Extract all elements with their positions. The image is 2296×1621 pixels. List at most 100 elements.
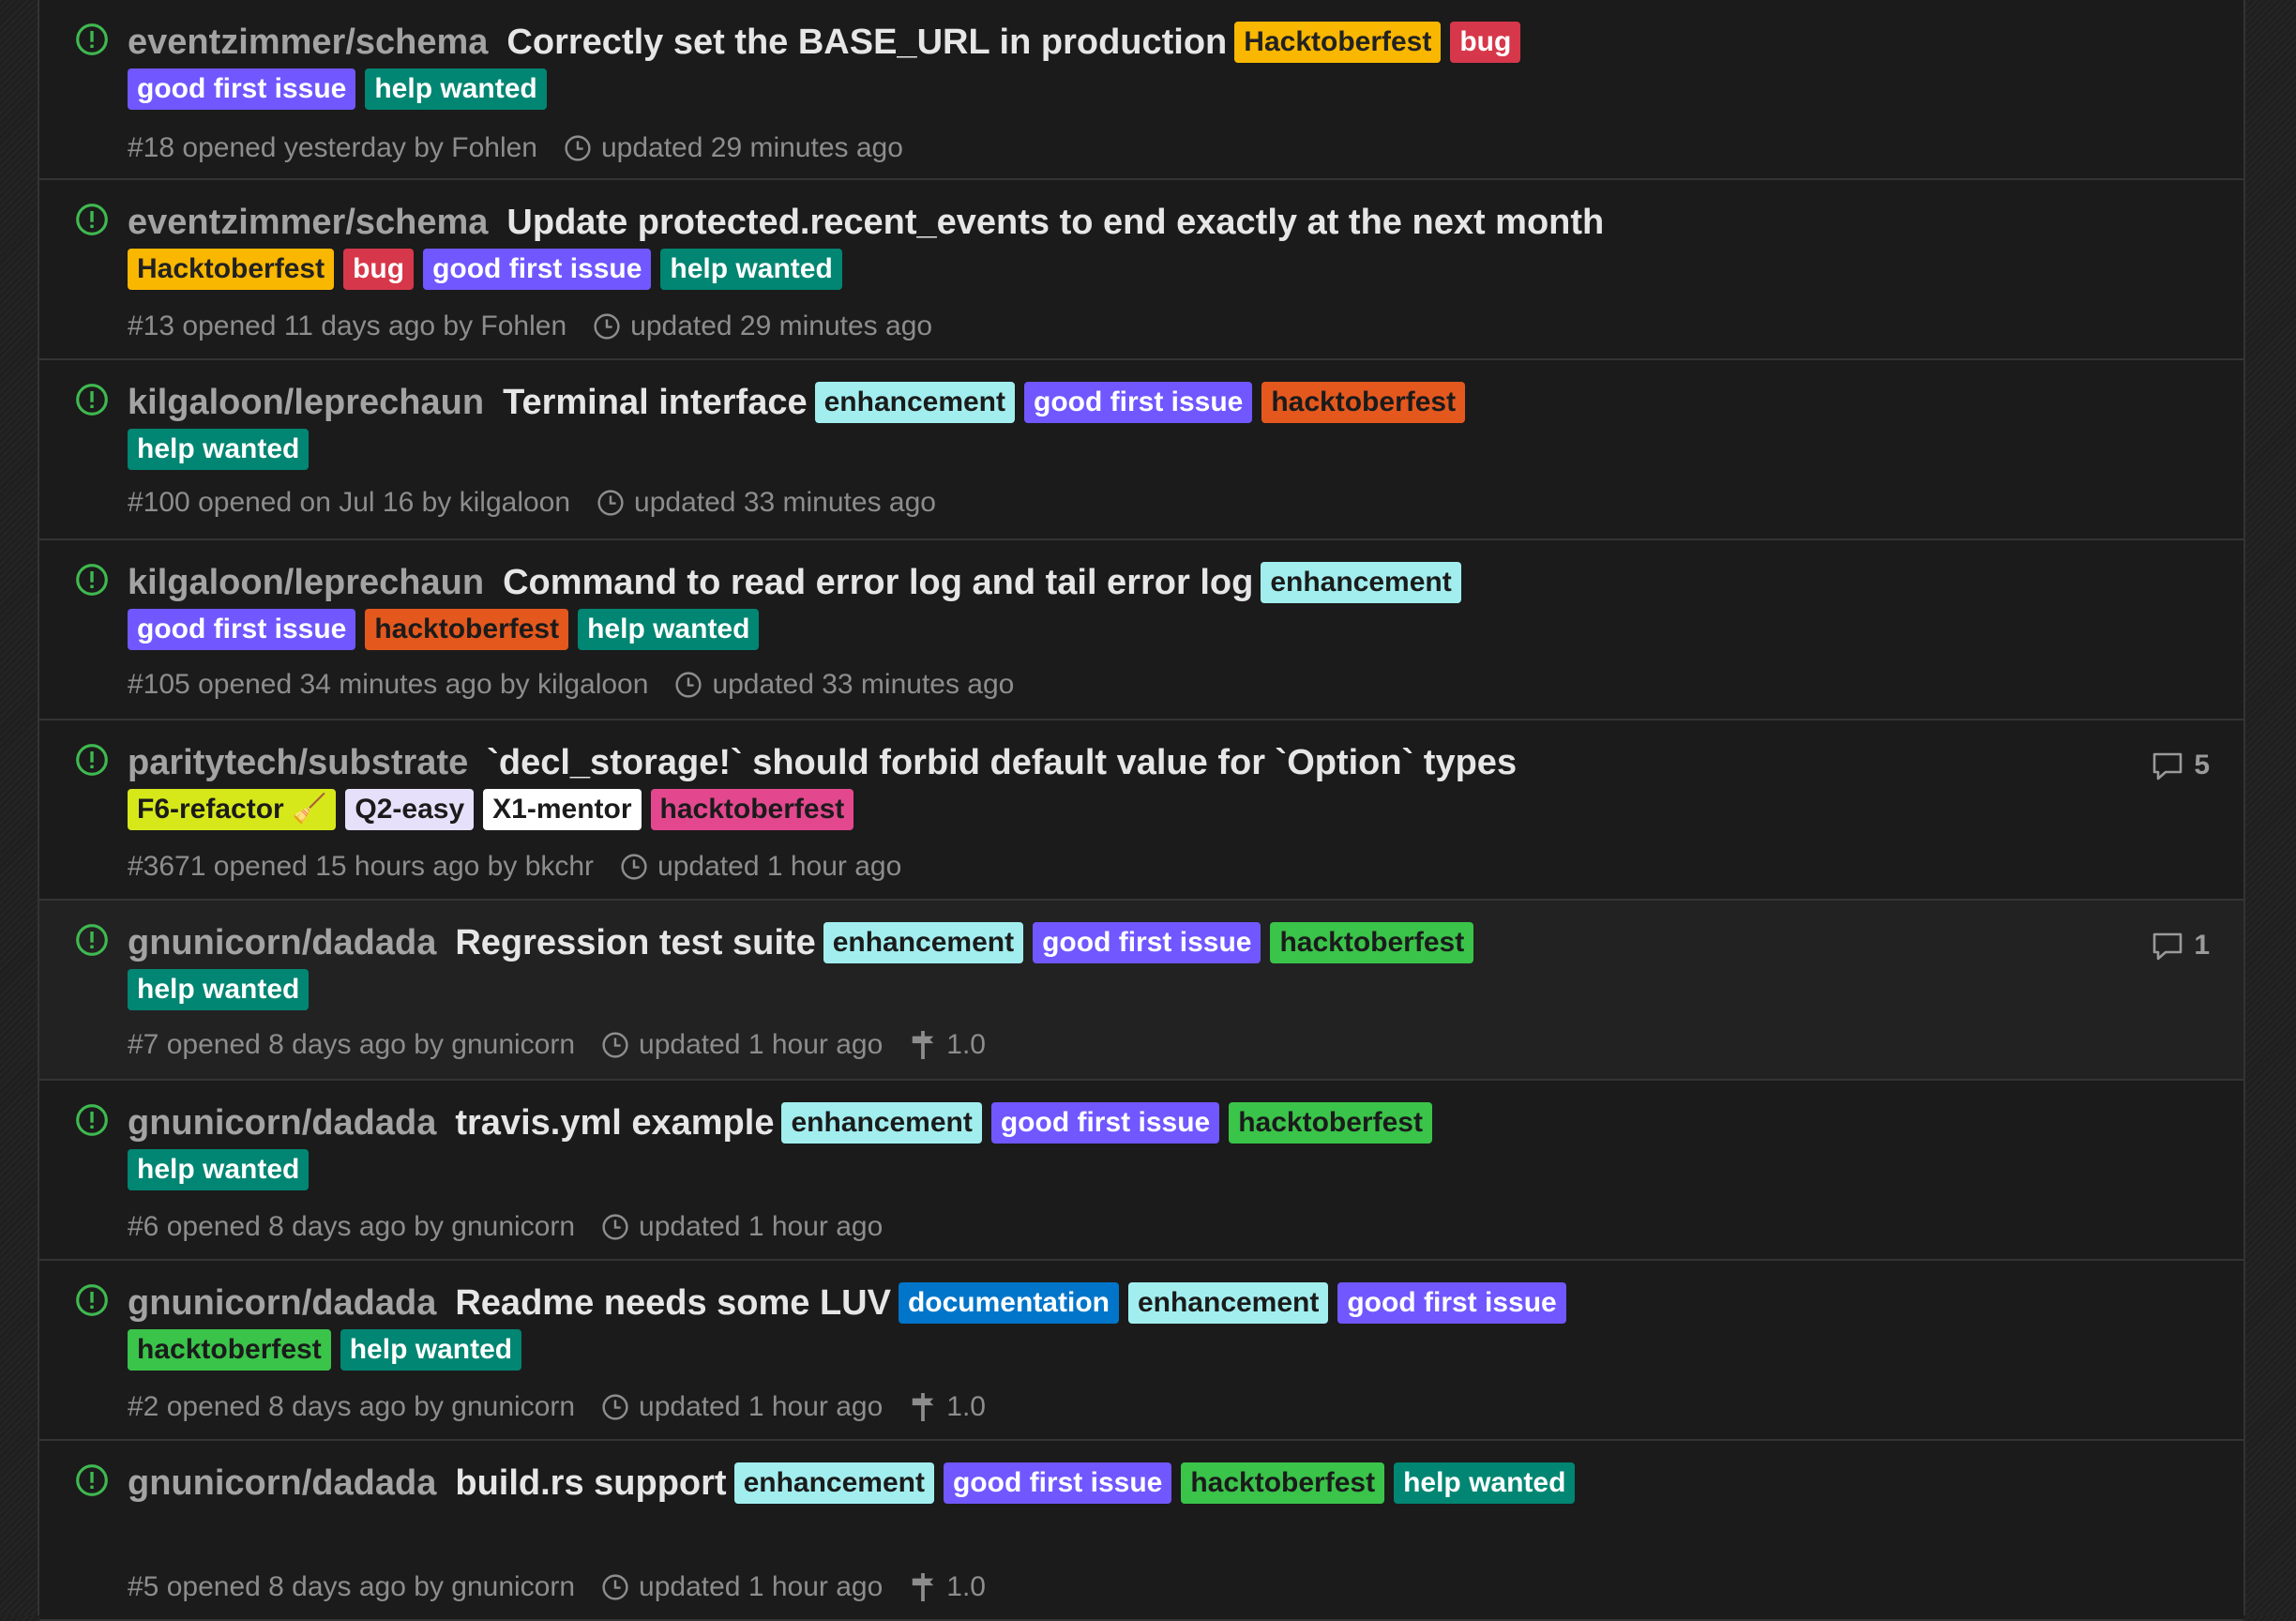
- opened-by-text: #2 opened 8 days ago by gnunicorn: [128, 1391, 576, 1422]
- clock-icon: [564, 134, 592, 173]
- issue-label[interactable]: enhancement: [1261, 562, 1461, 603]
- issue-row[interactable]: eventzimmer/schema Correctly set the BASE…: [39, 0, 2243, 180]
- issue-label[interactable]: hacktoberfest: [650, 789, 854, 830]
- repo-link[interactable]: gnunicorn/dadada: [128, 923, 436, 962]
- issue-title-link[interactable]: Command to read error log and tail error…: [503, 563, 1253, 602]
- repo-link[interactable]: kilgaloon/leprechaun: [128, 383, 484, 422]
- comments-count[interactable]: 5: [2151, 747, 2210, 784]
- clock-icon: [674, 671, 702, 709]
- issue-title-line: gnunicorn/dadada travis.yml example enhanc…: [128, 1099, 1628, 1193]
- issue-row[interactable]: gnunicorn/dadada build.rs support enhancem…: [39, 1441, 2243, 1621]
- issue-label[interactable]: hacktoberfest: [1181, 1462, 1385, 1504]
- issue-label[interactable]: help wanted: [365, 68, 547, 110]
- issue-opened-icon: [75, 1283, 109, 1317]
- issue-label[interactable]: hacktoberfest: [1261, 382, 1466, 423]
- issue-label[interactable]: hacktoberfest: [128, 1329, 331, 1371]
- issue-title-link[interactable]: Correctly set the BASE_URL in production: [506, 23, 1227, 62]
- milestone-link[interactable]: 1.0: [946, 1571, 986, 1602]
- issue-label[interactable]: enhancement: [823, 922, 1024, 963]
- issue-label[interactable]: help wanted: [340, 1329, 522, 1371]
- issue-opened-icon: [75, 23, 109, 56]
- issue-title-link[interactable]: Regression test suite: [455, 923, 815, 962]
- clock-icon: [620, 853, 648, 891]
- issue-label[interactable]: enhancement: [733, 1462, 934, 1504]
- issue-label[interactable]: help wanted: [128, 429, 310, 470]
- issue-label[interactable]: hacktoberfest: [1229, 1102, 1432, 1144]
- repo-link[interactable]: eventzimmer/schema: [128, 203, 488, 242]
- issue-label[interactable]: bug: [1450, 22, 1521, 63]
- updated-time: updated 1 hour ago: [639, 1029, 884, 1060]
- issue-list-panel: eventzimmer/schema Correctly set the BASE…: [38, 0, 2245, 1621]
- repo-link[interactable]: eventzimmer/schema: [128, 23, 488, 62]
- issue-label[interactable]: Hacktoberfest: [128, 249, 335, 290]
- issue-label[interactable]: good first issue: [423, 249, 652, 290]
- issue-meta: #105 opened 34 minutes ago by kilgaloon u…: [128, 666, 1014, 709]
- issue-label[interactable]: enhancement: [814, 382, 1015, 423]
- issue-label[interactable]: good first issue: [128, 68, 356, 110]
- issue-label[interactable]: good first issue: [943, 1462, 1172, 1504]
- issue-label[interactable]: enhancement: [781, 1102, 982, 1144]
- issue-label[interactable]: bug: [343, 249, 415, 290]
- issue-row[interactable]: gnunicorn/dadada travis.yml example enhanc…: [39, 1081, 2243, 1261]
- issue-row[interactable]: gnunicorn/dadada Readme needs some LUV doc…: [39, 1261, 2243, 1441]
- issue-row[interactable]: kilgaloon/leprechaun Terminal interface en…: [39, 360, 2243, 540]
- issue-opened-icon: [75, 383, 109, 417]
- issue-label[interactable]: good first issue: [1024, 382, 1253, 423]
- clock-icon: [601, 1573, 629, 1612]
- updated-time: updated 33 minutes ago: [634, 487, 936, 518]
- milestone-link[interactable]: 1.0: [946, 1391, 986, 1422]
- issue-title-link[interactable]: `decl_storage!` should forbid default va…: [487, 743, 1517, 782]
- issue-label[interactable]: help wanted: [660, 249, 842, 290]
- repo-link[interactable]: kilgaloon/leprechaun: [128, 563, 484, 602]
- issue-meta: #2 opened 8 days ago by gnunicorn updated…: [128, 1388, 986, 1433]
- issue-label[interactable]: good first issue: [990, 1102, 1220, 1144]
- issue-label[interactable]: documentation: [898, 1282, 1119, 1324]
- issue-label[interactable]: good first issue: [128, 609, 356, 650]
- issue-opened-icon: [75, 1103, 109, 1137]
- clock-icon: [601, 1213, 629, 1251]
- opened-by-text: #5 opened 8 days ago by gnunicorn: [128, 1571, 576, 1602]
- repo-link[interactable]: gnunicorn/dadada: [128, 1283, 436, 1323]
- issue-title-link[interactable]: travis.yml example: [455, 1103, 774, 1143]
- issue-title-link[interactable]: Terminal interface: [503, 383, 808, 422]
- issue-label[interactable]: good first issue: [1337, 1282, 1566, 1324]
- updated-time: updated 1 hour ago: [657, 851, 902, 882]
- updated-time: updated 29 minutes ago: [630, 311, 933, 341]
- issue-row[interactable]: paritytech/substrate `decl_storage!` shou…: [39, 720, 2243, 901]
- issue-title-link[interactable]: Update protected.recent_events to end ex…: [506, 203, 1604, 242]
- issue-title-link[interactable]: Readme needs some LUV: [455, 1283, 891, 1323]
- issue-label[interactable]: X1-mentor: [483, 789, 642, 830]
- issue-label[interactable]: help wanted: [128, 1149, 310, 1190]
- issue-label[interactable]: hacktoberfest: [365, 609, 569, 650]
- repo-link[interactable]: paritytech/substrate: [128, 743, 468, 782]
- issue-label[interactable]: hacktoberfest: [1270, 922, 1474, 963]
- repo-link[interactable]: gnunicorn/dadada: [128, 1103, 436, 1143]
- issue-title-line: kilgaloon/leprechaun Command to read erro…: [128, 559, 1628, 653]
- issue-row[interactable]: kilgaloon/leprechaun Command to read erro…: [39, 540, 2243, 720]
- issue-label[interactable]: Q2-easy: [345, 789, 475, 830]
- opened-by-text: #18 opened yesterday by Fohlen: [128, 132, 537, 163]
- opened-by-text: #105 opened 34 minutes ago by kilgaloon: [128, 669, 649, 700]
- repo-link[interactable]: gnunicorn/dadada: [128, 1463, 436, 1503]
- issue-label[interactable]: Hacktoberfest: [1234, 22, 1442, 63]
- issue-title-link[interactable]: build.rs support: [455, 1463, 726, 1503]
- issue-label[interactable]: good first issue: [1033, 922, 1261, 963]
- updated-time: updated 29 minutes ago: [600, 132, 903, 163]
- milestone-link[interactable]: 1.0: [946, 1029, 986, 1060]
- issue-label[interactable]: F6-refactor 🧹: [128, 789, 337, 830]
- clock-icon: [597, 489, 625, 527]
- issue-label[interactable]: help wanted: [1394, 1462, 1576, 1504]
- issue-label[interactable]: help wanted: [578, 609, 760, 650]
- comments-count[interactable]: 1: [2151, 927, 2210, 964]
- issue-label[interactable]: help wanted: [128, 969, 310, 1010]
- issue-row[interactable]: eventzimmer/schema Update protected.recen…: [39, 180, 2243, 360]
- updated-time: updated 1 hour ago: [639, 1211, 884, 1242]
- issue-opened-icon: [75, 563, 109, 597]
- opened-by-text: #100 opened on Jul 16 by kilgaloon: [128, 487, 571, 518]
- opened-by-text: #3671 opened 15 hours ago by bkchr: [128, 851, 595, 882]
- issue-row[interactable]: gnunicorn/dadada Regression test suite enh…: [39, 901, 2243, 1081]
- issue-title-line: eventzimmer/schema Update protected.recen…: [128, 199, 1628, 293]
- issue-label[interactable]: enhancement: [1127, 1282, 1329, 1324]
- issue-opened-icon: [75, 203, 109, 236]
- opened-by-text: #13 opened 11 days ago by Fohlen: [128, 311, 567, 341]
